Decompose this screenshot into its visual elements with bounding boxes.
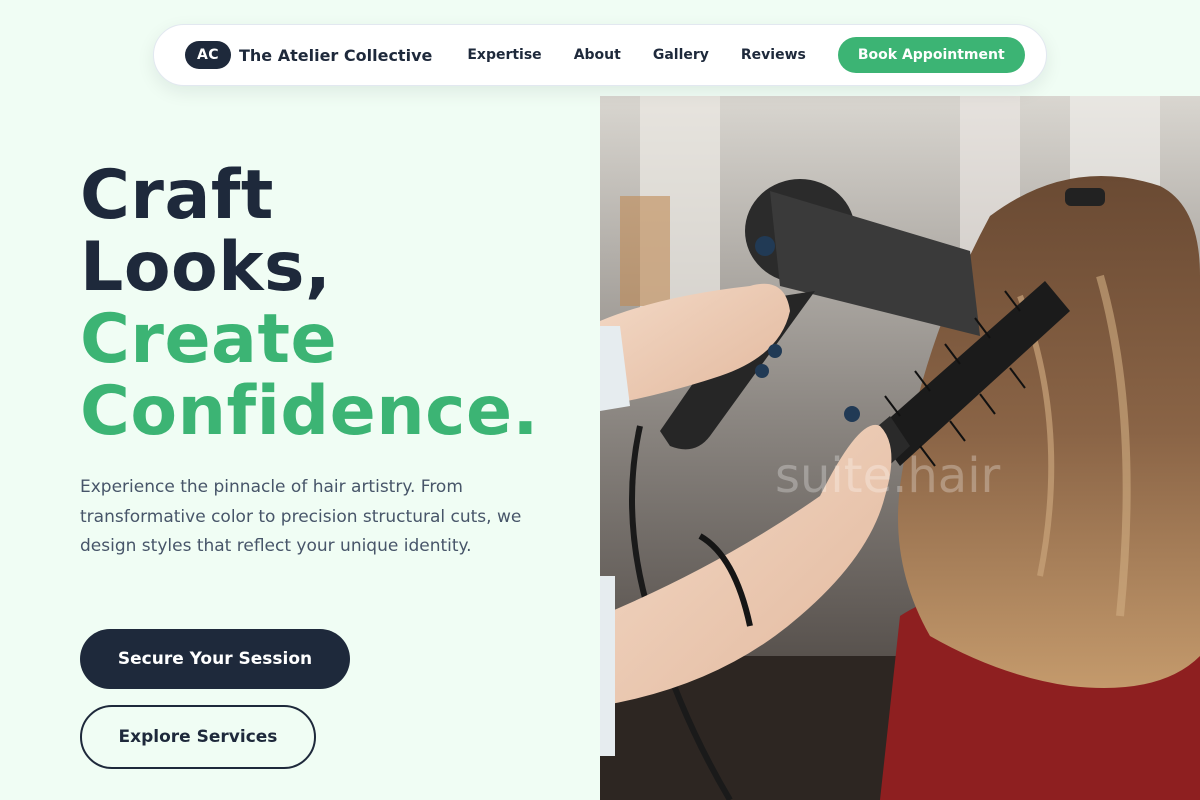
- hero-title-line-3: Create: [80, 300, 338, 379]
- nav-link-expertise[interactable]: Expertise: [467, 47, 541, 63]
- nav-link-reviews[interactable]: Reviews: [741, 47, 806, 63]
- nav-link-gallery[interactable]: Gallery: [653, 47, 709, 63]
- nav-link-about[interactable]: About: [574, 47, 621, 63]
- image-watermark: suite.hair: [775, 448, 1001, 504]
- top-navigation: AC The Atelier Collective Expertise Abou…: [153, 24, 1047, 86]
- hero-title-line-2: Looks,: [80, 228, 332, 307]
- nav-links: Expertise About Gallery Reviews: [467, 47, 838, 63]
- hero-title-line-4: Confidence.: [80, 372, 539, 451]
- logo-badge: AC: [185, 41, 231, 69]
- hero-title: Craft Looks, Create Confidence.: [80, 160, 539, 448]
- book-appointment-button[interactable]: Book Appointment: [837, 37, 1025, 73]
- brand[interactable]: AC The Atelier Collective: [185, 41, 432, 69]
- explore-services-button[interactable]: Explore Services: [80, 705, 316, 769]
- hero-subtitle: Experience the pinnacle of hair artistry…: [80, 477, 522, 556]
- brand-name: The Atelier Collective: [239, 45, 433, 65]
- secure-session-button[interactable]: Secure Your Session: [80, 629, 350, 689]
- hero-salon-image: suite.hair: [600, 96, 1200, 800]
- hero-title-line-1: Craft: [80, 156, 274, 235]
